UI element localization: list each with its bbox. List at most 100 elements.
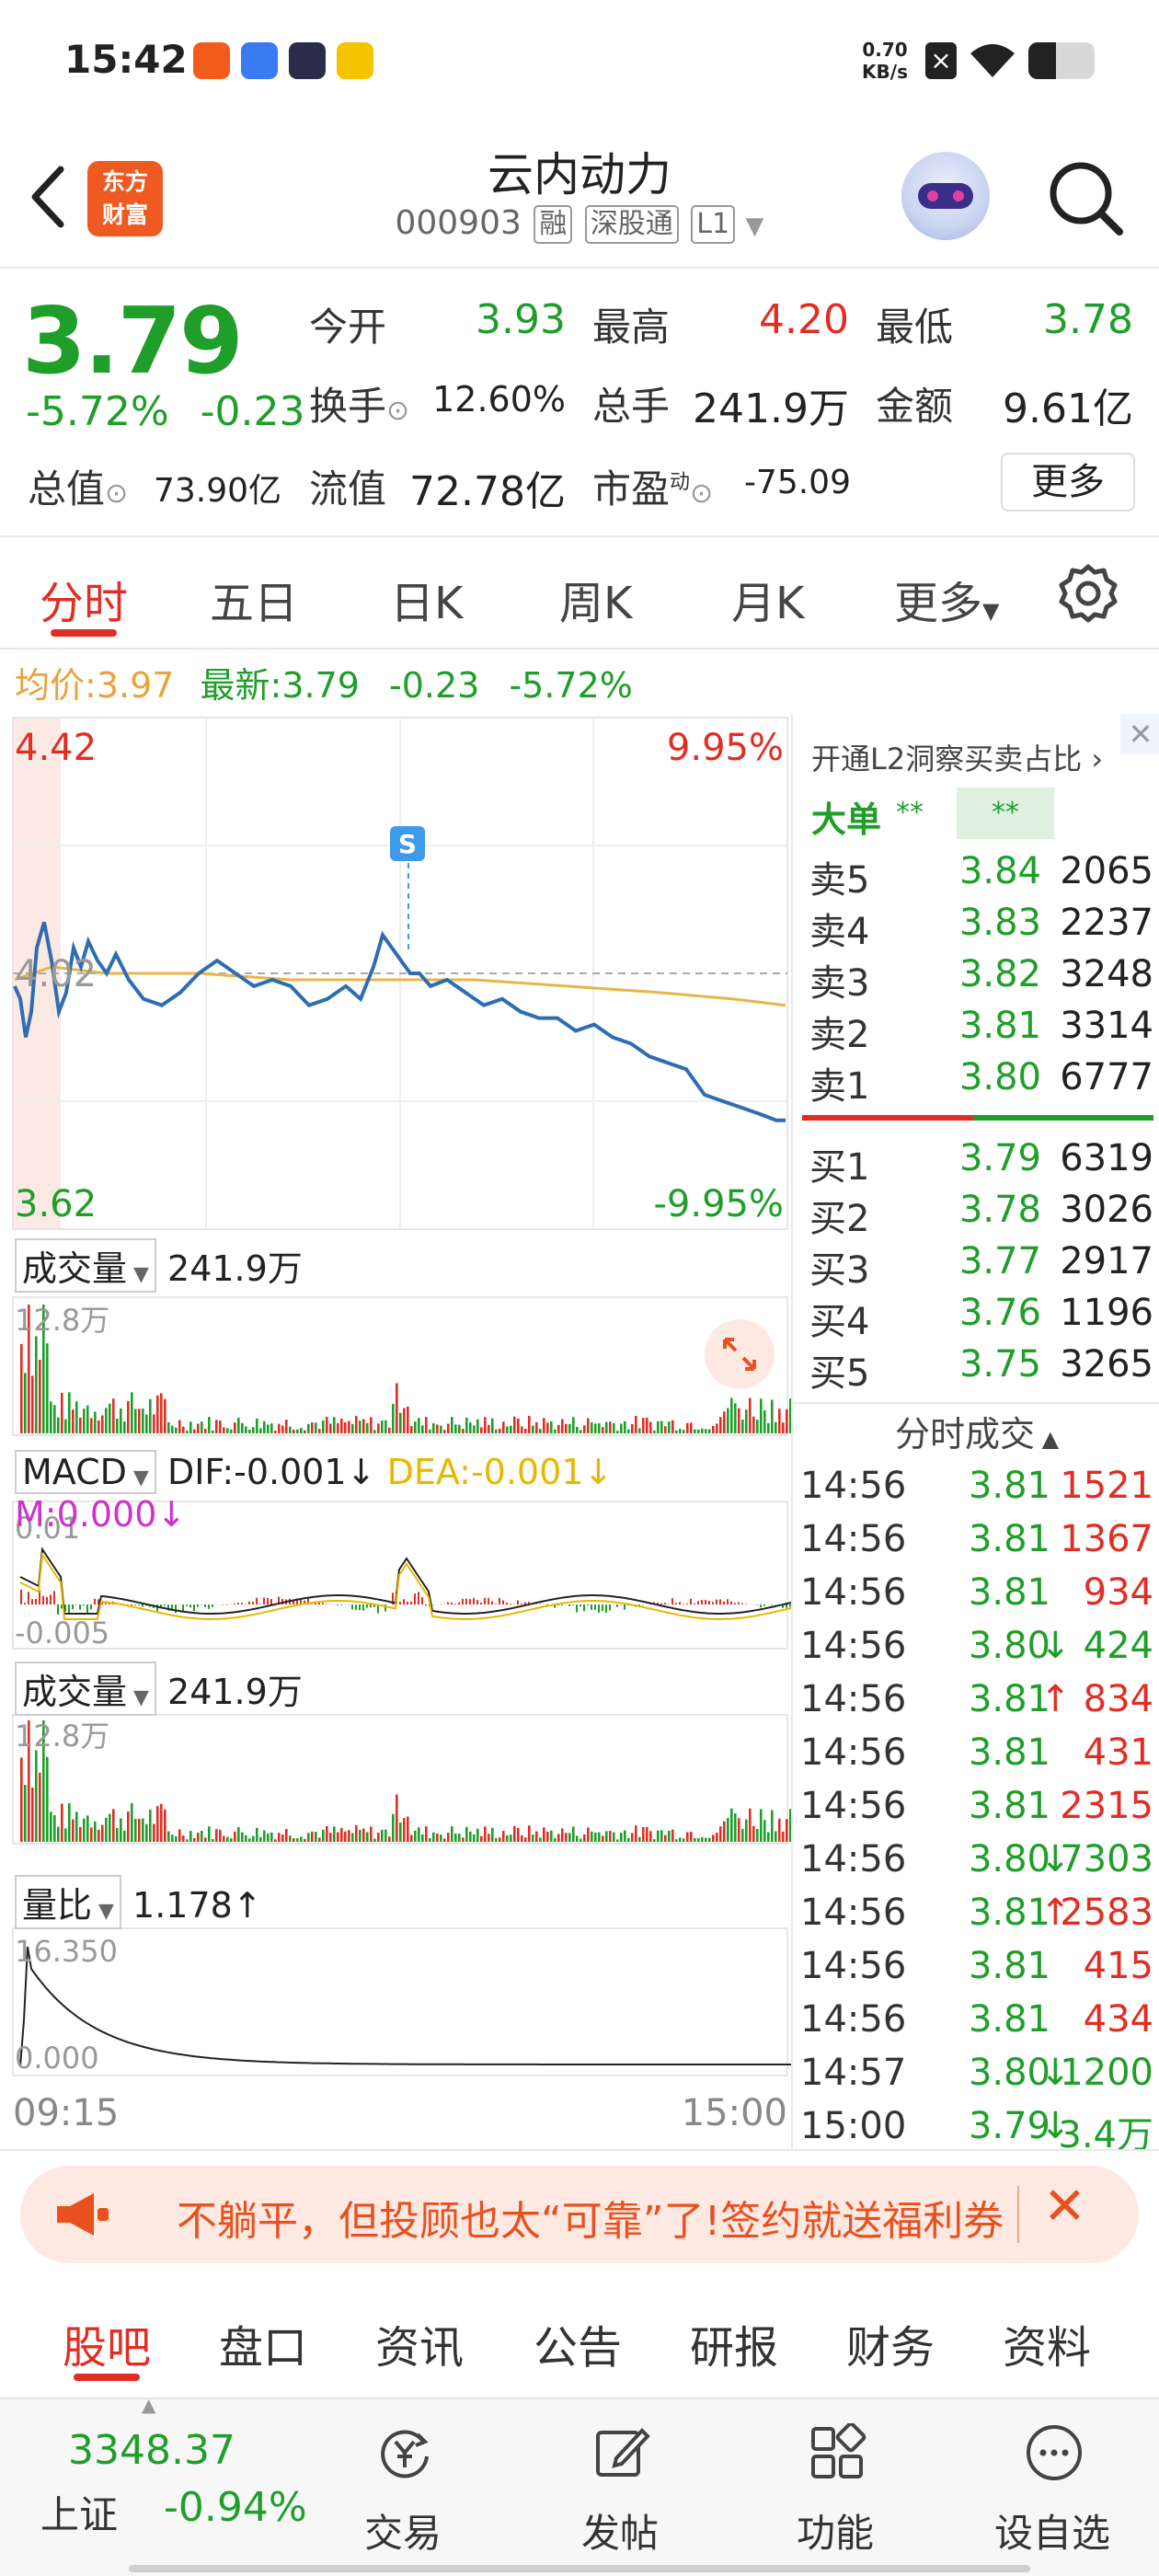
search-icon[interactable] (1044, 156, 1127, 239)
bid-row[interactable]: 买1 3.79 6319 (802, 1137, 1159, 1189)
ask-row[interactable]: 卖3 3.82 3248 (802, 953, 1159, 1005)
volume-bar (649, 1831, 652, 1842)
volume-bar (546, 1422, 549, 1433)
volume-bar (760, 1398, 763, 1433)
tab-weekly-k[interactable]: 周K (559, 567, 632, 631)
volume-bar (105, 1817, 108, 1842)
macd-bar (591, 1604, 592, 1610)
volume-selector[interactable]: 成交量 ▼ (15, 1238, 156, 1293)
tab-intraday[interactable]: 分时 (40, 567, 128, 631)
expand-button[interactable] (705, 1319, 775, 1389)
tab-daily-k[interactable]: 日K (390, 567, 463, 631)
macd-selector[interactable]: MACD ▼ (15, 1450, 156, 1494)
trade-row: 14:57 3.80 ↓ 1200 (793, 2052, 1159, 2105)
promo-banner[interactable]: 不躺平，但投顾也太“可靠”了!签约就送福利券 ✕ (20, 2166, 1139, 2263)
volume-bar (510, 1425, 512, 1433)
volume-bar (694, 1837, 696, 1842)
info-icon[interactable]: ⊙ (105, 477, 128, 510)
ask-row[interactable]: 卖4 3.83 2237 (802, 902, 1159, 953)
tab-five-day[interactable]: 五日 (210, 567, 298, 631)
volume-bar (57, 1417, 60, 1433)
more-button[interactable]: 更多 (1001, 453, 1135, 512)
volume-bar (649, 1421, 652, 1433)
status-bar: 15:42 0.70 KB/s × (0, 0, 1159, 120)
tab-profile[interactable]: 资料 (1003, 2311, 1091, 2375)
volume-bar (491, 1418, 494, 1433)
volume-bar (182, 1835, 185, 1842)
tab-more[interactable]: 更多▼ (894, 567, 999, 631)
volume-bar (443, 1430, 446, 1433)
big-order-bar: ** (957, 788, 1054, 839)
tab-monthly-k[interactable]: 月K (731, 567, 804, 631)
pe-label: 市盈动⊙ (592, 458, 713, 514)
trade-row: 14:56 3.80 ↓ 424 (793, 1625, 1159, 1678)
macd-bar (671, 1598, 673, 1604)
volume-bar (767, 1422, 770, 1433)
volume-bar (256, 1827, 258, 1842)
volume-bar (384, 1829, 387, 1842)
pe-sup: 动 (670, 471, 691, 494)
l2-upsell-link[interactable]: 开通L2洞察买卖占比 › (811, 736, 1103, 778)
close-icon[interactable]: ✕ (1120, 714, 1159, 754)
no-sim-icon: × (925, 42, 957, 79)
index-value: 3348.37 (68, 2427, 235, 2474)
robot-assistant-icon[interactable] (901, 152, 990, 240)
volume-bar (359, 1420, 361, 1433)
bid-row[interactable]: 买3 3.77 2917 (802, 1240, 1159, 1292)
volume-bar (274, 1839, 277, 1842)
volume-bar (193, 1429, 196, 1433)
volume-bar (738, 1818, 740, 1842)
volume-bar (285, 1829, 288, 1842)
tab-announcements[interactable]: 公告 (534, 2311, 622, 2375)
tab-research[interactable]: 研报 (690, 2311, 778, 2375)
index-ticker[interactable]: ▲ 3348.37 上证 -0.94% (0, 2394, 331, 2574)
chart-canvas[interactable]: S 4.42 4.02 3.62 9.95% -9.95% 12.8万 0.01… (0, 714, 791, 2149)
volume-bar (506, 1834, 509, 1842)
trade-arrow: ↑ (1039, 1678, 1071, 1720)
trades-title[interactable]: 分时成交 ▲ (793, 1406, 1159, 1456)
volume-bar (421, 1425, 424, 1433)
volume-bar (39, 1772, 41, 1842)
volume-bar (142, 1818, 144, 1842)
volume-bar (407, 1816, 409, 1842)
info-icon[interactable]: ⊙ (386, 395, 409, 427)
ratio-selector[interactable]: 量比 ▼ (15, 1875, 121, 1929)
volume2-selector[interactable]: 成交量 ▼ (15, 1662, 156, 1716)
ask-volume: 3248 (1060, 953, 1153, 995)
macd-bar (414, 1593, 416, 1604)
ask-row[interactable]: 卖5 3.84 2065 (802, 850, 1159, 902)
tab-forum[interactable]: 股吧 (63, 2311, 151, 2375)
volume-bar (186, 1839, 189, 1842)
bid-row[interactable]: 买5 3.75 3265 (802, 1343, 1159, 1395)
volume-bar (476, 1419, 479, 1433)
bid-row[interactable]: 买2 3.78 3026 (802, 1189, 1159, 1240)
ask-level: 卖1 (809, 1065, 870, 1108)
volume-bar (94, 1821, 97, 1842)
trade-time: 14:56 (800, 1731, 907, 1774)
volume-bar (215, 1420, 218, 1433)
info-icon[interactable]: ⊙ (690, 477, 713, 510)
functions-button[interactable]: 功能 (752, 2407, 918, 2563)
close-banner-icon[interactable]: ✕ (1043, 2177, 1086, 2237)
trade-button[interactable]: 交易 (320, 2407, 486, 2563)
intraday-charts[interactable]: S 4.42 4.02 3.62 9.95% -9.95% 12.8万 0.01… (0, 714, 791, 2149)
volume-bar (348, 1420, 350, 1433)
trade-volume: 1367 (1060, 1518, 1153, 1560)
tab-financials[interactable]: 财务 (846, 2311, 935, 2375)
pct-axis-top: 9.95% (667, 727, 784, 769)
settings-gear-icon[interactable] (1058, 563, 1119, 624)
volume-bar (624, 1420, 626, 1433)
ask-price: 3.83 (958, 902, 1041, 944)
tab-handicap[interactable]: 盘口 (219, 2311, 307, 2375)
ask-row[interactable]: 卖1 3.80 6777 (802, 1056, 1159, 1108)
macd-bar (771, 1604, 773, 1605)
volume-bar (465, 1826, 468, 1842)
post-button[interactable]: 发帖 (537, 2407, 703, 2563)
ask-row[interactable]: 卖2 3.81 3314 (802, 1005, 1159, 1056)
trade-volume: 434 (1083, 1998, 1153, 2041)
volume-bar (366, 1832, 369, 1842)
add-watchlist-button[interactable]: 设自选 (970, 2407, 1135, 2563)
bid-row[interactable]: 买4 3.76 1196 (802, 1292, 1159, 1343)
macd-bar (524, 1602, 526, 1604)
tab-news[interactable]: 资讯 (375, 2311, 464, 2375)
